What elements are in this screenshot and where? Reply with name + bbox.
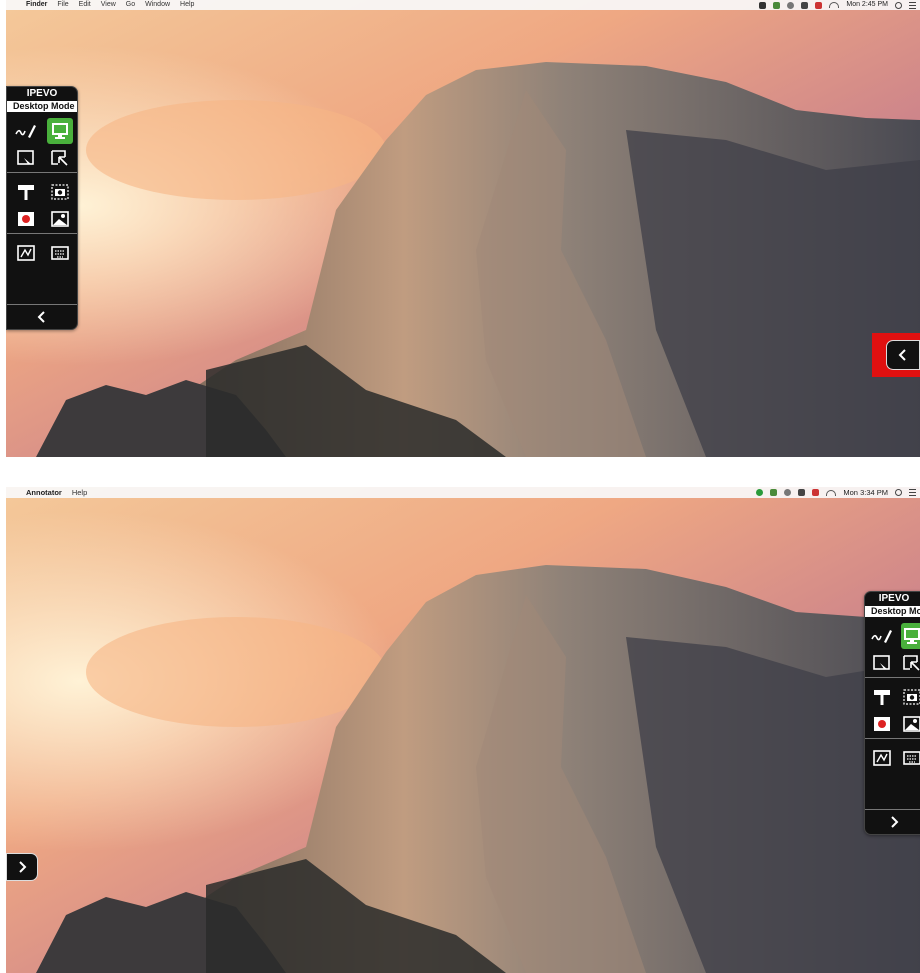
- menu-window[interactable]: Window: [145, 0, 170, 10]
- screen-capture-icon: [51, 150, 68, 166]
- pen-annotation-icon: [15, 125, 36, 138]
- status-drive-icon[interactable]: [770, 489, 778, 496]
- screenshot-bottom: Annotator Help Mon 3:34 PM IPEVO Desktop…: [6, 487, 920, 973]
- screenshot-top: Finder File Edit View Go Window Help Mon…: [6, 0, 920, 457]
- wifi-icon[interactable]: [829, 2, 840, 8]
- chevron-right-icon: [19, 861, 27, 873]
- camera-icon: [903, 689, 920, 705]
- whiteboard-icon: [873, 655, 890, 670]
- menu-help[interactable]: Help: [72, 487, 87, 498]
- annotation-mode-button[interactable]: [13, 118, 39, 144]
- menu-edit[interactable]: Edit: [79, 0, 91, 10]
- menu-file[interactable]: File: [57, 0, 68, 10]
- drawing-board-icon: [17, 245, 35, 261]
- keyboard-icon: [51, 246, 69, 260]
- toolbar-collapse-button[interactable]: [865, 809, 920, 834]
- gallery-button[interactable]: [901, 711, 920, 737]
- macos-menu-bar: Finder File Edit View Go Window Help Mon…: [6, 0, 920, 10]
- record-icon: [18, 212, 34, 226]
- edge-tab-button[interactable]: [886, 340, 920, 370]
- status-flag-icon[interactable]: [812, 489, 820, 496]
- presenter-button[interactable]: [13, 179, 39, 205]
- toolbar-brand: IPEVO: [878, 593, 910, 604]
- ipevo-toolbar: IPEVO Desktop Mode: [6, 86, 78, 330]
- menu-go[interactable]: Go: [126, 0, 135, 10]
- chevron-left-icon: [37, 311, 45, 323]
- toolbar-mode-label: Desktop Mode: [865, 606, 920, 617]
- menu-clock[interactable]: Mon 3:34 PM: [843, 487, 888, 498]
- notification-center-icon[interactable]: [909, 1, 916, 9]
- presenter-button[interactable]: [871, 684, 893, 710]
- desktop-mode-button[interactable]: [47, 118, 73, 144]
- status-clock-icon[interactable]: [787, 1, 795, 9]
- status-bluetooth-icon[interactable]: [798, 489, 806, 496]
- whiteboard-icon: [17, 150, 34, 165]
- toolbar-brand: IPEVO: [26, 88, 58, 99]
- status-bluetooth-icon[interactable]: [801, 1, 809, 9]
- image-gallery-icon: [51, 211, 69, 227]
- desktop-wallpaper: [6, 0, 920, 457]
- toolbar-mode-label: Desktop Mode: [7, 101, 77, 112]
- status-app-icon[interactable]: [756, 489, 764, 496]
- gallery-button[interactable]: [47, 206, 73, 232]
- projector-icon: [18, 185, 34, 200]
- projector-icon: [874, 690, 890, 705]
- desktop-mode-button[interactable]: [901, 623, 920, 649]
- whiteboard-button[interactable]: [871, 650, 893, 676]
- ipevo-toolbar: IPEVO Desktop Mode: [864, 591, 920, 835]
- menu-help[interactable]: Help: [180, 0, 194, 10]
- screen-capture-button[interactable]: [901, 650, 920, 676]
- notification-center-icon[interactable]: [909, 489, 916, 496]
- spotlight-search-icon[interactable]: [895, 1, 902, 9]
- screen-capture-icon: [903, 655, 920, 671]
- spotlight-search-icon[interactable]: [895, 489, 902, 496]
- annotation-mode-button[interactable]: [871, 623, 893, 649]
- chevron-left-icon: [898, 349, 906, 361]
- desktop-wallpaper: [6, 487, 920, 973]
- snapshot-button[interactable]: [901, 684, 920, 710]
- drawing-board-button[interactable]: [13, 240, 39, 266]
- toolbar-collapse-button[interactable]: [7, 304, 77, 329]
- status-clock-icon[interactable]: [784, 489, 792, 496]
- monitor-icon: [52, 123, 68, 139]
- camera-icon: [51, 184, 69, 200]
- menu-clock[interactable]: Mon 2:45 PM: [846, 0, 888, 10]
- snapshot-button[interactable]: [47, 179, 73, 205]
- wifi-icon[interactable]: [826, 489, 837, 496]
- status-flag-icon[interactable]: [815, 1, 823, 9]
- whiteboard-button[interactable]: [13, 145, 39, 171]
- record-button[interactable]: [871, 711, 893, 737]
- menu-app-name[interactable]: Annotator: [26, 487, 62, 498]
- menu-view[interactable]: View: [101, 0, 116, 10]
- drawing-board-icon: [873, 750, 891, 766]
- keyboard-button[interactable]: [47, 240, 73, 266]
- chevron-right-icon: [891, 816, 899, 828]
- image-gallery-icon: [903, 716, 920, 732]
- keyboard-button[interactable]: [901, 745, 920, 771]
- macos-menu-bar: Annotator Help Mon 3:34 PM: [6, 487, 920, 498]
- record-button[interactable]: [13, 206, 39, 232]
- keyboard-icon: [903, 751, 920, 765]
- record-icon: [874, 717, 890, 731]
- menu-app-name[interactable]: Finder: [26, 0, 47, 10]
- status-drive-icon[interactable]: [773, 1, 781, 9]
- drawing-board-button[interactable]: [871, 745, 893, 771]
- monitor-icon: [904, 628, 920, 644]
- pen-annotation-icon: [871, 630, 892, 643]
- status-app-icon[interactable]: [759, 1, 767, 9]
- screen-capture-button[interactable]: [47, 145, 73, 171]
- edge-tab-button[interactable]: [6, 853, 38, 881]
